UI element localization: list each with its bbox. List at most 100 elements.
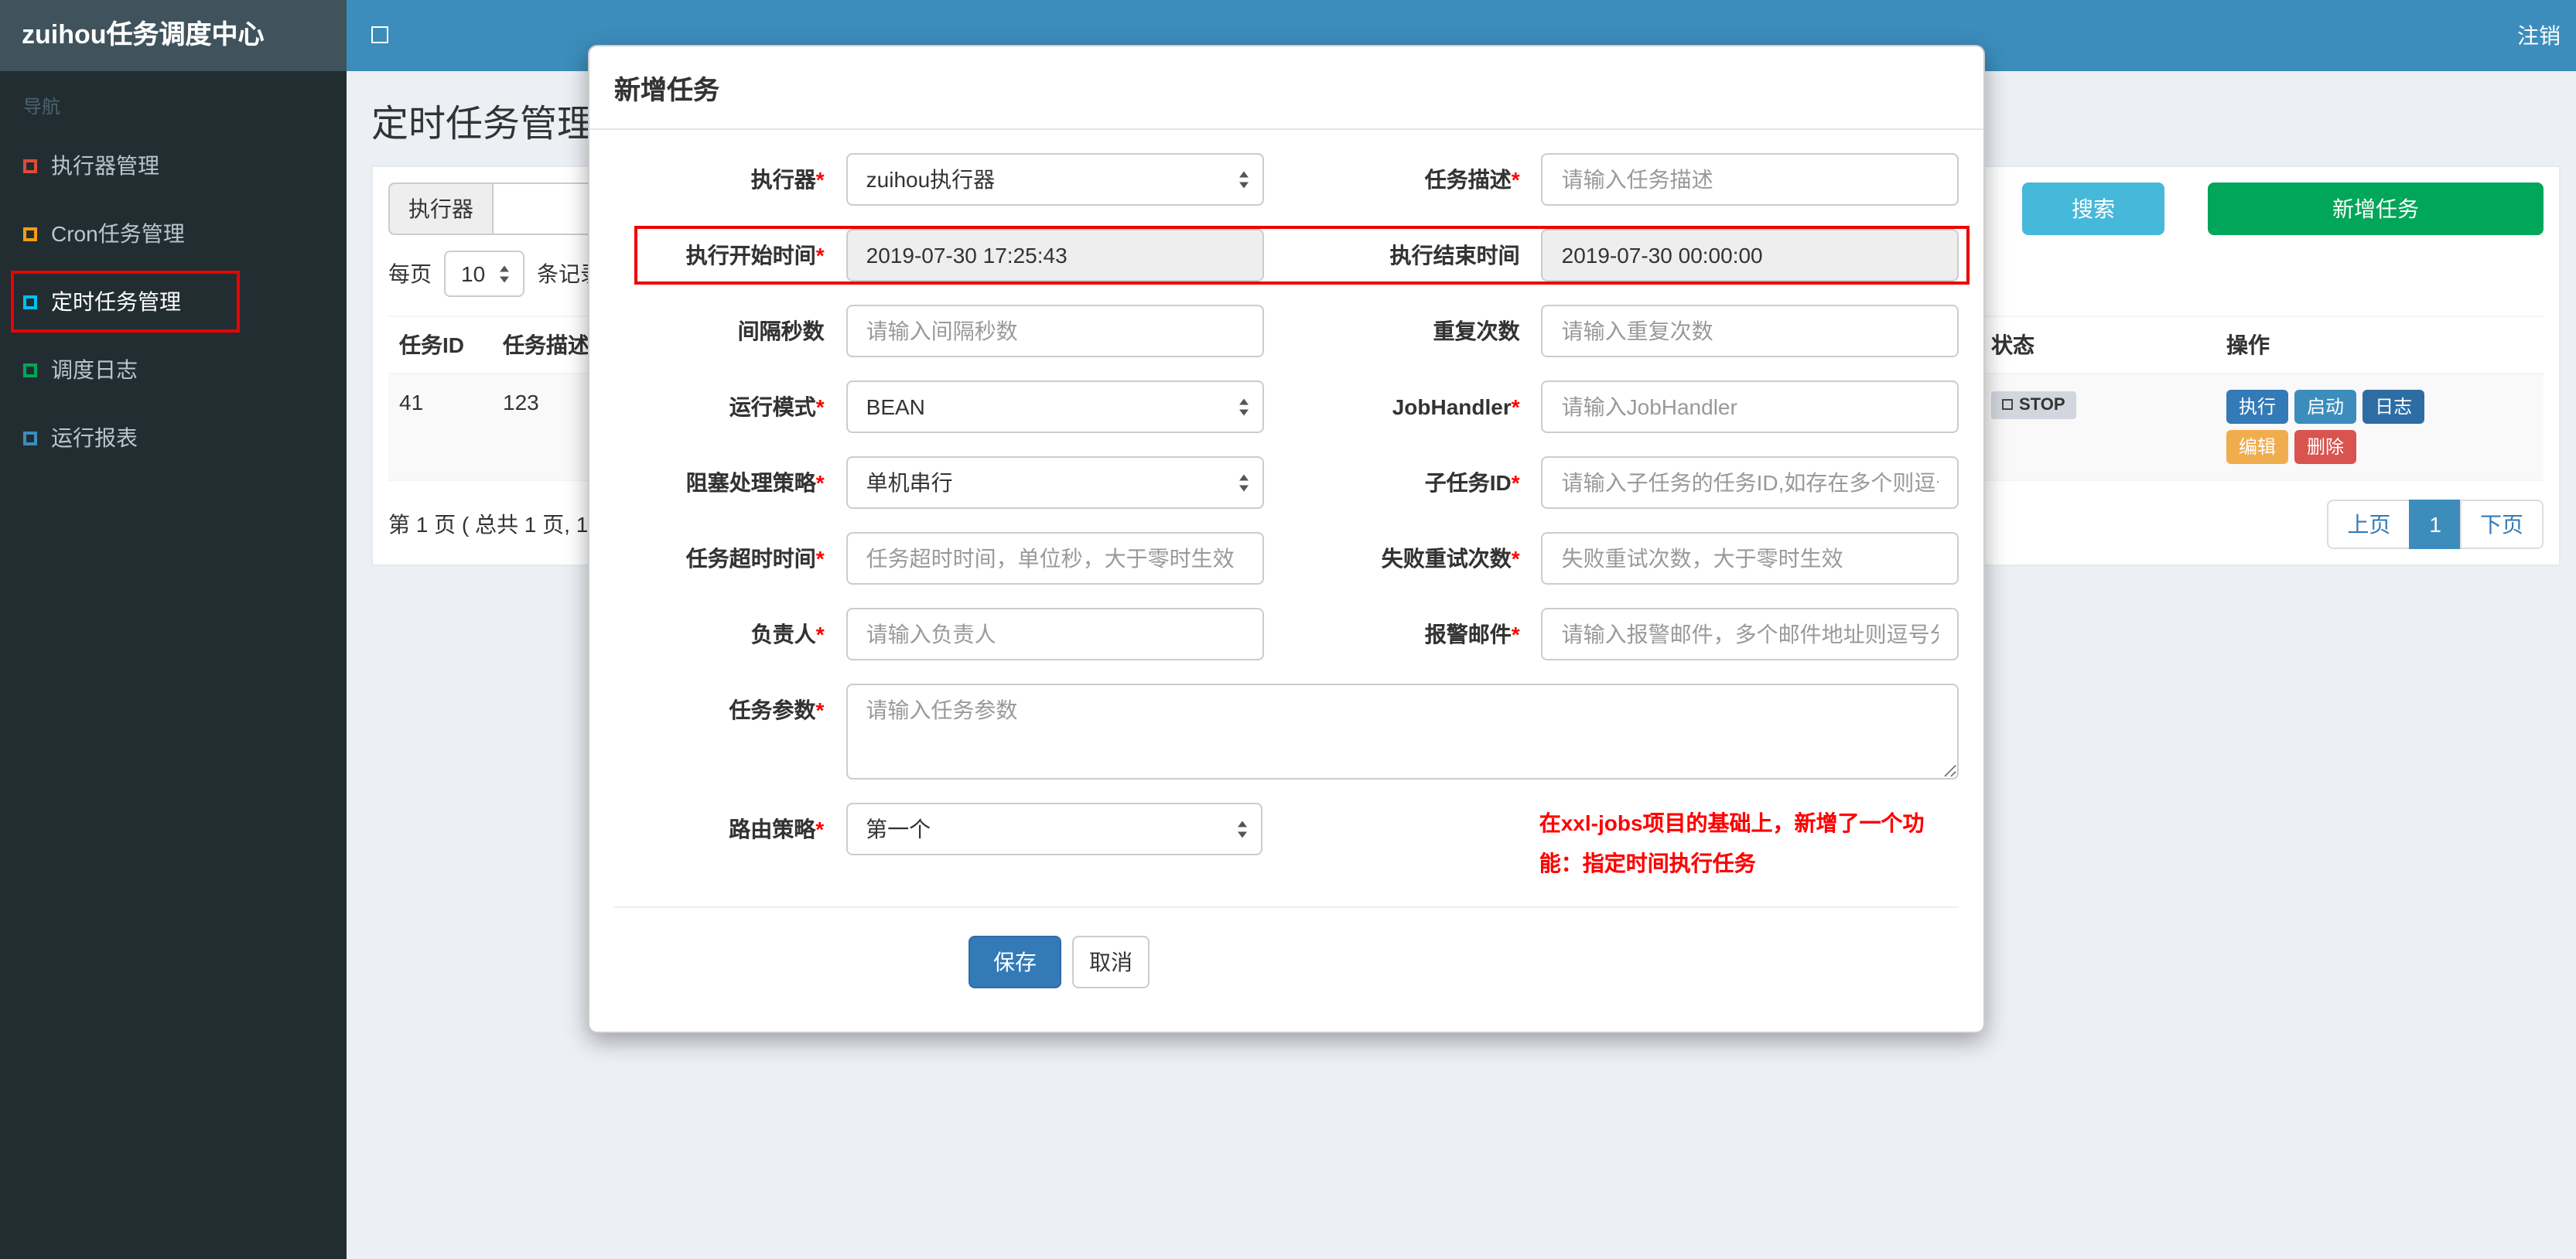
interval-input[interactable]: [846, 305, 1264, 357]
save-button[interactable]: 保存: [969, 936, 1061, 988]
job-params-textarea[interactable]: [846, 684, 1959, 780]
end-time-input[interactable]: [1541, 229, 1959, 281]
stop-icon: [2002, 399, 2013, 410]
cell-actions: 执行 启动 日志 编辑 删除: [2216, 374, 2544, 481]
square-icon: [23, 295, 37, 309]
cancel-button[interactable]: 取消: [1072, 936, 1150, 988]
modal-divider: [614, 906, 1959, 908]
timeout-label: 任务超时时间*: [685, 546, 825, 571]
next-page-button[interactable]: 下页: [2460, 500, 2544, 549]
feature-note: 在xxl-jobs项目的基础上，新增了一个功能：指定时间执行任务: [1539, 810, 1925, 875]
app-brand: zuihou任务调度中心: [0, 0, 347, 71]
form-row-job-params: 任务参数*: [614, 684, 1959, 780]
delete-button[interactable]: 删除: [2294, 430, 2357, 464]
square-icon: [23, 159, 37, 172]
start-time-input[interactable]: [846, 229, 1264, 281]
add-task-button[interactable]: 新增任务: [2208, 183, 2544, 235]
timeout-input[interactable]: [846, 532, 1264, 585]
select-caret-icon: [500, 265, 509, 282]
fail-retry-label: 失败重试次数*: [1381, 546, 1520, 571]
col-status: 状态: [1980, 316, 2216, 374]
edit-button[interactable]: 编辑: [2226, 430, 2289, 464]
cell-status: STOP: [1980, 374, 2216, 481]
pager: 上页 1 下页: [2327, 500, 2544, 549]
glue-type-label: 运行模式*: [729, 394, 825, 419]
block-strategy-select[interactable]: 单机串行: [846, 456, 1264, 509]
logout-link[interactable]: 注销: [2502, 0, 2576, 71]
start-time-label: 执行开始时间*: [685, 243, 825, 268]
square-icon: [23, 227, 37, 241]
executor-filter-addon: 执行器: [388, 183, 492, 235]
page-size-value: 10: [461, 261, 486, 286]
select-caret-icon: [1237, 821, 1247, 838]
executor-select-value: zuihou执行器: [866, 167, 996, 192]
modal-body: 执行器* zuihou执行器 任务描述* 执行开始时间* 执行结束时间 间隔秒数: [589, 130, 1983, 1032]
route-strategy-label: 路由策略*: [729, 817, 825, 841]
sidebar-section-label: 导航: [23, 96, 61, 118]
sidebar-item-executor-management[interactable]: 执行器管理: [0, 131, 347, 200]
sidebar-item-timed-task-management[interactable]: 定时任务管理: [0, 268, 347, 336]
modal-buttons: 保存 取消: [969, 936, 1959, 988]
search-button[interactable]: 搜索: [2022, 183, 2164, 235]
job-handler-label: JobHandler*: [1392, 394, 1520, 419]
row-actions: 执行 启动 日志 编辑 删除: [2226, 390, 2446, 464]
glue-type-select[interactable]: BEAN: [846, 380, 1264, 433]
sidebar-toggle-icon[interactable]: [371, 26, 388, 43]
executor-select[interactable]: zuihou执行器: [846, 153, 1264, 206]
cell-task-id: 41: [388, 374, 492, 481]
route-strategy-select-value: 第一个: [866, 817, 931, 841]
form-row-glue-type: 运行模式* BEAN JobHandler*: [614, 380, 1959, 433]
form-row-executor: 执行器* zuihou执行器 任务描述*: [614, 153, 1959, 206]
col-task-id: 任务ID: [388, 316, 492, 374]
page-size-select[interactable]: 10: [444, 251, 524, 297]
modal-header: 新增任务: [589, 46, 1983, 130]
form-row-interval: 间隔秒数 重复次数: [614, 305, 1959, 357]
route-strategy-select[interactable]: 第一个: [846, 803, 1262, 855]
executor-label: 执行器*: [750, 167, 825, 192]
sidebar-item-label: Cron任务管理: [51, 221, 185, 246]
pagination-summary: 第 1 页 ( 总共 1 页, 1: [388, 512, 589, 537]
sidebar-item-run-report[interactable]: 运行报表: [0, 404, 347, 472]
form-row-block-strategy: 阻塞处理策略* 单机串行 子任务ID*: [614, 456, 1959, 509]
start-button[interactable]: 启动: [2294, 390, 2357, 424]
col-actions: 操作: [2216, 316, 2544, 374]
owner-label: 负责人*: [750, 622, 825, 647]
end-time-label: 执行结束时间: [1389, 243, 1520, 268]
sidebar: 导航 执行器管理 Cron任务管理 定时任务管理 调度日志 运行报表: [0, 71, 347, 1259]
interval-label: 间隔秒数: [737, 319, 825, 343]
repeat-count-input[interactable]: [1541, 305, 1959, 357]
alarm-email-label: 报警邮件*: [1424, 622, 1520, 647]
prev-page-button[interactable]: 上页: [2327, 500, 2411, 549]
modal-title: 新增任务: [614, 76, 719, 105]
execute-button[interactable]: 执行: [2226, 390, 2289, 424]
square-icon: [23, 431, 37, 445]
sidebar-item-label: 调度日志: [51, 357, 138, 382]
page-1-button[interactable]: 1: [2409, 500, 2462, 549]
alarm-email-input[interactable]: [1541, 608, 1959, 660]
fail-retry-input[interactable]: [1541, 532, 1959, 585]
select-caret-icon: [1238, 398, 1249, 415]
sidebar-item-cron-task-management[interactable]: Cron任务管理: [0, 200, 347, 268]
job-handler-input[interactable]: [1541, 380, 1959, 433]
block-strategy-select-value: 单机串行: [866, 470, 953, 495]
block-strategy-label: 阻塞处理策略*: [685, 470, 825, 495]
select-caret-icon: [1238, 171, 1249, 188]
job-params-label: 任务参数*: [729, 698, 825, 722]
select-caret-icon: [1238, 474, 1249, 491]
task-desc-label: 任务描述*: [1424, 167, 1520, 192]
sidebar-item-label: 定时任务管理: [51, 289, 181, 314]
child-job-label: 子任务ID*: [1424, 470, 1520, 495]
sidebar-item-label: 执行器管理: [51, 153, 159, 178]
glue-type-select-value: BEAN: [866, 394, 925, 419]
owner-input[interactable]: [846, 608, 1264, 660]
repeat-count-label: 重复次数: [1433, 319, 1520, 343]
form-row-timeout: 任务超时时间* 失败重试次数*: [614, 532, 1959, 585]
task-desc-input[interactable]: [1541, 153, 1959, 206]
form-row-owner: 负责人* 报警邮件*: [614, 608, 1959, 660]
log-button[interactable]: 日志: [2362, 390, 2425, 424]
sidebar-item-dispatch-log[interactable]: 调度日志: [0, 336, 347, 404]
child-job-input[interactable]: [1541, 456, 1959, 509]
sidebar-item-label: 运行报表: [51, 425, 138, 450]
form-row-route-strategy: 路由策略* 第一个 在xxl-jobs项目的基础上，新增了一个功能：指定时间执行…: [614, 803, 1959, 883]
status-badge: STOP: [1991, 391, 2076, 418]
